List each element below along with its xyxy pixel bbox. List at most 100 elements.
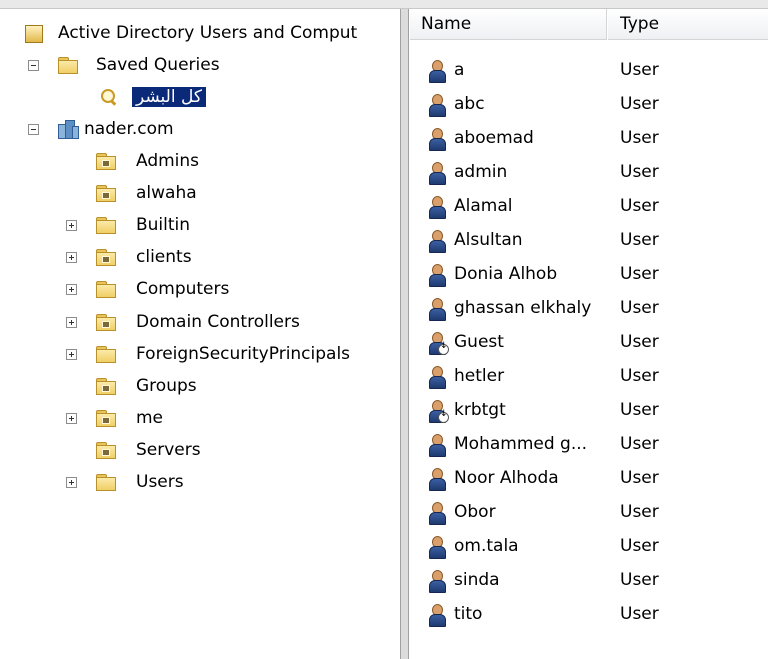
user-icon — [427, 298, 447, 321]
pane-splitter[interactable] — [400, 9, 409, 659]
ou-folder-icon — [96, 409, 116, 427]
user-type: User — [620, 434, 659, 454]
user-name: Alamal — [454, 196, 513, 216]
column-header-type[interactable]: Type — [608, 9, 768, 40]
tree-item-saved-queries[interactable]: Saved Queries — [24, 50, 220, 80]
tree-item-query[interactable]: كل البشر — [98, 82, 206, 112]
list-item[interactable]: Noor Alhoda User — [410, 461, 768, 495]
list-item[interactable]: admin User — [410, 155, 768, 189]
user-type: User — [620, 162, 659, 182]
user-name: Noor Alhoda — [454, 468, 559, 488]
user-type: User — [620, 128, 659, 148]
list-item[interactable]: Guest User — [410, 325, 768, 359]
tree-item-domain-controllers[interactable]: Domain Controllers — [62, 307, 300, 337]
user-name: om.tala — [454, 536, 519, 556]
container-folder-icon — [96, 281, 116, 299]
tree-item-clients[interactable]: clients — [62, 242, 192, 272]
console-tree[interactable]: Active Directory Users and Comput Saved … — [0, 9, 400, 659]
tree-item-label: Domain Controllers — [136, 311, 300, 332]
list-item[interactable]: Obor User — [410, 495, 768, 529]
user-icon — [427, 264, 447, 287]
user-type: User — [620, 604, 659, 624]
collapse-icon[interactable] — [28, 60, 39, 71]
tree-item-groups[interactable]: Groups — [62, 371, 197, 401]
user-type: User — [620, 468, 659, 488]
user-name: Alsultan — [454, 230, 523, 250]
tree-item-label: me — [136, 407, 164, 428]
tree-item-label: Servers — [136, 439, 201, 460]
tree-item-label: Saved Queries — [96, 55, 220, 75]
list-item[interactable]: Alamal User — [410, 189, 768, 223]
tree-item-label: Computers — [136, 279, 230, 300]
list-item[interactable]: hetler User — [410, 359, 768, 393]
ou-folder-icon — [96, 185, 116, 203]
disabled-user-icon — [427, 332, 449, 355]
tree-item-me[interactable]: me — [62, 403, 163, 433]
list-item[interactable]: ghassan elkhaly User — [410, 291, 768, 325]
tree-item-servers[interactable]: Servers — [62, 435, 201, 465]
ou-folder-icon — [96, 249, 116, 267]
user-name: ghassan elkhaly — [454, 298, 592, 318]
user-icon — [427, 128, 447, 151]
list-item[interactable]: om.tala User — [410, 529, 768, 563]
list-item[interactable]: a User — [410, 53, 768, 87]
expand-icon[interactable] — [66, 412, 77, 424]
user-name: admin — [454, 162, 508, 182]
list-item[interactable]: aboemad User — [410, 121, 768, 155]
expand-icon[interactable] — [66, 220, 77, 232]
tree-item-builtin[interactable]: Builtin — [62, 210, 190, 240]
user-type: User — [620, 366, 659, 386]
expand-icon[interactable] — [66, 316, 77, 328]
user-name: krbtgt — [454, 400, 506, 420]
user-icon — [427, 366, 447, 389]
list-item[interactable]: krbtgt User — [410, 393, 768, 427]
tree-item-label: clients — [136, 247, 192, 268]
column-header-name[interactable]: Name — [410, 9, 607, 40]
expand-icon[interactable] — [66, 348, 77, 360]
tree-item-label: Users — [136, 472, 184, 492]
expand-icon[interactable] — [66, 252, 77, 264]
domain-icon — [58, 120, 79, 139]
user-type: User — [620, 400, 659, 420]
list-item[interactable]: Mohammed g... User — [410, 427, 768, 461]
list-item[interactable]: abc User — [410, 87, 768, 121]
list-item[interactable]: sinda User — [410, 563, 768, 597]
user-name: Donia Alhob — [454, 264, 558, 284]
list-item[interactable]: Donia Alhob User — [410, 257, 768, 291]
collapse-icon[interactable] — [28, 124, 39, 135]
container-folder-icon — [96, 474, 116, 491]
tree-item-label: Admins — [136, 151, 200, 171]
tree-item-foreignsecurityprincipals[interactable]: ForeignSecurityPrincipals — [62, 339, 350, 369]
details-pane[interactable]: Name Type a User abc User aboemad User admin Us… — [410, 9, 768, 659]
tree-item-label: alwaha — [136, 183, 197, 204]
user-name: aboemad — [454, 128, 534, 148]
container-folder-icon — [96, 217, 116, 235]
tree-item-alwaha[interactable]: alwaha — [62, 178, 197, 208]
tree-item-users[interactable]: Users — [62, 467, 184, 497]
user-type: User — [620, 536, 659, 556]
tree-item-computers[interactable]: Computers — [62, 274, 229, 304]
saved-query-icon — [98, 88, 118, 106]
list-item[interactable]: Alsultan User — [410, 223, 768, 257]
tree-item-label: Active Directory Users and Comput — [58, 23, 358, 43]
user-icon — [427, 60, 447, 83]
user-name: Obor — [454, 502, 496, 522]
user-name: Guest — [454, 332, 504, 352]
expand-icon[interactable] — [66, 477, 77, 488]
tree-item-root[interactable]: Active Directory Users and Comput — [24, 18, 357, 48]
tree-item-label: Groups — [136, 375, 197, 396]
tree-item-admins[interactable]: Admins — [62, 146, 199, 176]
list-item[interactable]: tito User — [410, 597, 768, 631]
ou-folder-icon — [96, 441, 116, 459]
active-directory-icon — [24, 23, 44, 43]
user-icon — [427, 94, 447, 117]
tree-item-domain[interactable]: nader.com — [24, 114, 174, 144]
user-name: sinda — [454, 570, 500, 590]
user-type: User — [620, 196, 659, 216]
tree-item-label-selected: كل البشر — [132, 87, 206, 107]
user-icon — [427, 162, 447, 185]
user-type: User — [620, 60, 659, 80]
expand-icon[interactable] — [66, 284, 77, 296]
user-icon — [427, 434, 447, 457]
user-type: User — [620, 264, 659, 284]
